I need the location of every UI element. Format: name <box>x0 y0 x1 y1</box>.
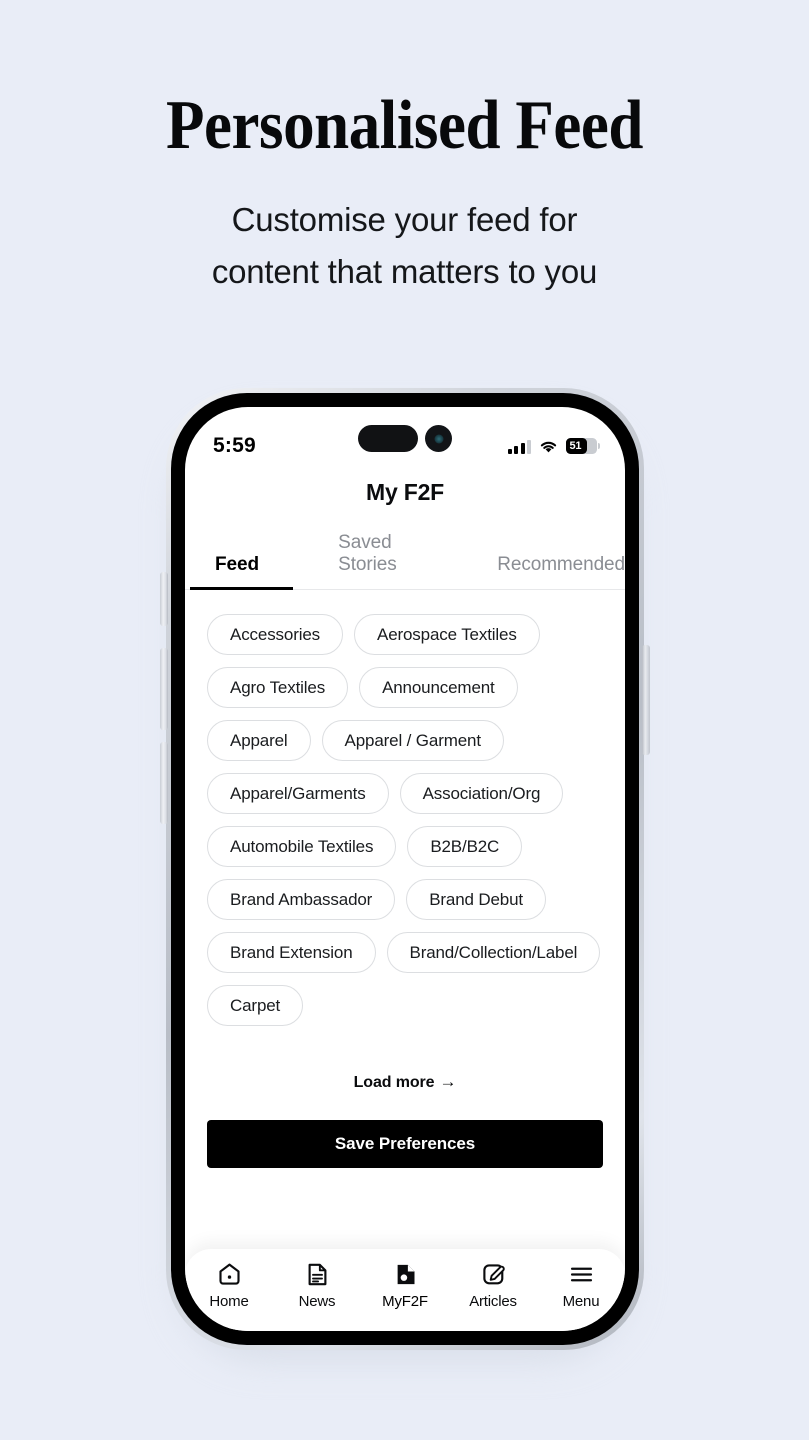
bottom-navigation-bar: Home News MyF2F Articles Menu <box>185 1249 625 1331</box>
page-subtitle-line-1: Customise your feed for <box>231 201 578 238</box>
battery-icon: 51 <box>566 438 600 454</box>
nav-item-home[interactable]: Home <box>185 1261 273 1310</box>
category-chip[interactable]: B2B/B2C <box>407 826 523 867</box>
silent-switch[interactable] <box>160 572 168 626</box>
nav-label-articles: Articles <box>469 1293 517 1310</box>
save-preferences-container: Save Preferences <box>185 1092 625 1168</box>
arrow-right-icon: → <box>439 1072 457 1091</box>
status-bar: 5:59 51 <box>185 407 625 469</box>
load-more-button[interactable]: Load more → <box>185 1072 625 1092</box>
front-camera-icon <box>425 425 452 452</box>
phone-screen: 5:59 51 My F2F Feed Saved Stories Recomm… <box>185 407 625 1331</box>
articles-icon <box>482 1264 505 1285</box>
category-chip[interactable]: Carpet <box>207 985 304 1026</box>
dynamic-island-pill <box>358 425 418 452</box>
status-time: 5:59 <box>213 434 256 457</box>
category-chip[interactable]: Brand/Collection/Label <box>386 932 601 973</box>
category-chip[interactable]: Brand Debut <box>406 879 546 920</box>
nav-item-news[interactable]: News <box>273 1261 361 1310</box>
page-subtitle-line-2: content that matters to you <box>211 253 598 290</box>
page-root: Personalised Feed Customise your feed fo… <box>0 0 809 1440</box>
nav-item-articles[interactable]: Articles <box>449 1261 537 1310</box>
category-chip[interactable]: Automobile Textiles <box>207 826 397 867</box>
wifi-icon <box>540 441 557 452</box>
tab-feed[interactable]: Feed <box>189 548 296 590</box>
tab-saved-stories[interactable]: Saved Stories <box>338 526 451 589</box>
cellular-bars-icon <box>507 439 531 454</box>
category-chip[interactable]: Brand Ambassador <box>207 879 396 920</box>
battery-level: 51 <box>569 440 582 452</box>
category-chip[interactable]: Announcement <box>359 667 518 708</box>
category-chip[interactable]: Apparel <box>207 720 311 761</box>
category-chip[interactable]: Accessories <box>207 614 343 655</box>
page-title: Personalised Feed <box>165 87 644 164</box>
dynamic-island <box>358 425 452 452</box>
power-button[interactable] <box>642 645 650 755</box>
category-chip[interactable]: Aerospace Textiles <box>354 614 540 655</box>
menu-icon <box>570 1267 592 1282</box>
category-chip[interactable]: Apparel/Garments <box>207 773 389 814</box>
page-subtitle: Customise your feed for content that mat… <box>0 194 809 298</box>
load-more-label: Load more <box>353 1074 435 1091</box>
battery-cap <box>597 443 600 449</box>
tab-recommended[interactable]: Recommended <box>497 548 625 589</box>
nav-label-news: News <box>298 1293 336 1310</box>
hero-section: Personalised Feed Customise your feed fo… <box>0 86 809 298</box>
category-chip-list: Accessories Aerospace Textiles Agro Text… <box>185 590 625 1026</box>
status-indicators: 51 <box>507 438 600 454</box>
nav-label-home: Home <box>209 1293 249 1310</box>
app-title: My F2F <box>365 479 445 505</box>
volume-up-button[interactable] <box>160 648 168 730</box>
nav-item-menu[interactable]: Menu <box>537 1261 625 1310</box>
save-preferences-button[interactable]: Save Preferences <box>207 1120 603 1168</box>
category-chip[interactable]: Brand Extension <box>207 932 376 973</box>
nav-label-menu: Menu <box>562 1293 600 1310</box>
home-icon <box>218 1263 240 1285</box>
category-chip[interactable]: Association/Org <box>399 773 564 814</box>
category-chip[interactable]: Apparel / Garment <box>321 720 504 761</box>
nav-item-myf2f[interactable]: MyF2F <box>361 1261 449 1310</box>
news-icon <box>308 1263 326 1286</box>
tab-bar: Feed Saved Stories Recommended <box>185 526 625 590</box>
category-chip[interactable]: Agro Textiles <box>207 667 349 708</box>
nav-label-myf2f: MyF2F <box>382 1293 428 1310</box>
volume-down-button[interactable] <box>160 742 168 824</box>
myf2f-icon <box>397 1264 414 1285</box>
